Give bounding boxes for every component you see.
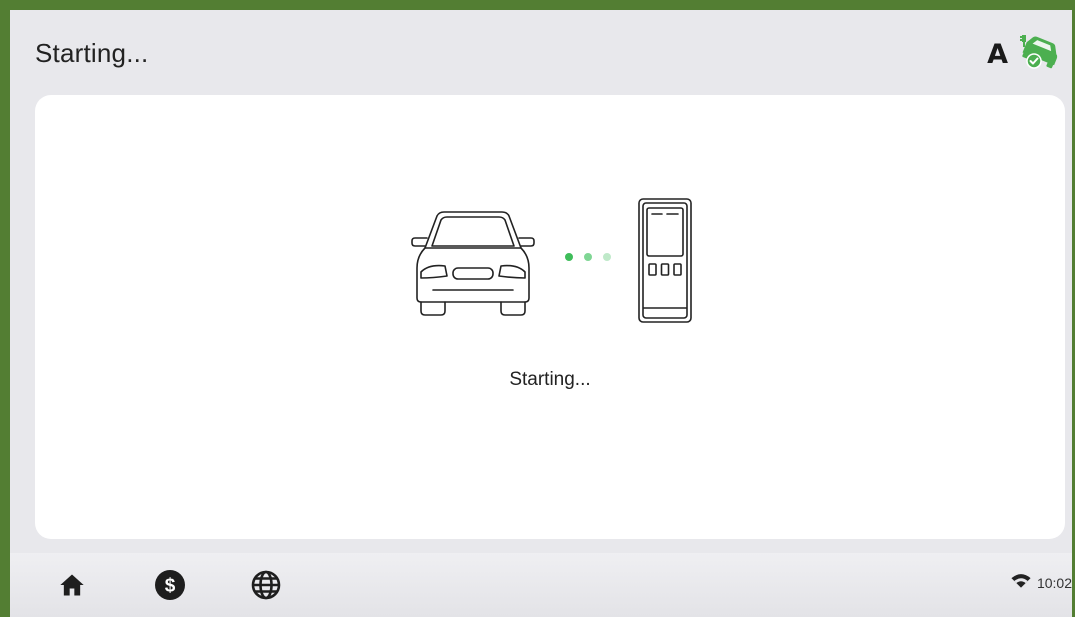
- charger-icon: [638, 198, 692, 323]
- app-frame: Starting... A Starting... $ 10:02: [0, 0, 1075, 617]
- page-title: Starting...: [35, 38, 149, 68]
- main-card: Starting...: [35, 95, 1065, 539]
- clock: 10:02: [1036, 574, 1072, 591]
- dollar-icon[interactable]: $: [152, 567, 188, 603]
- wifi-icon: [1011, 573, 1031, 592]
- connector-label: A: [987, 38, 1008, 70]
- header-status: A: [987, 34, 1062, 75]
- header: Starting... A: [10, 10, 1072, 94]
- progress-dots: [565, 253, 611, 261]
- status-message: Starting...: [509, 369, 591, 390]
- svg-text:$: $: [165, 576, 176, 597]
- connection-illustration: [411, 198, 692, 323]
- car-plugged-check-icon: [1016, 34, 1062, 75]
- system-status: 10:02: [1011, 573, 1072, 592]
- car-icon: [411, 211, 535, 316]
- bottom-nav-bar: $ 10:02: [10, 553, 1072, 617]
- globe-icon[interactable]: [248, 567, 284, 603]
- home-icon[interactable]: [54, 567, 90, 603]
